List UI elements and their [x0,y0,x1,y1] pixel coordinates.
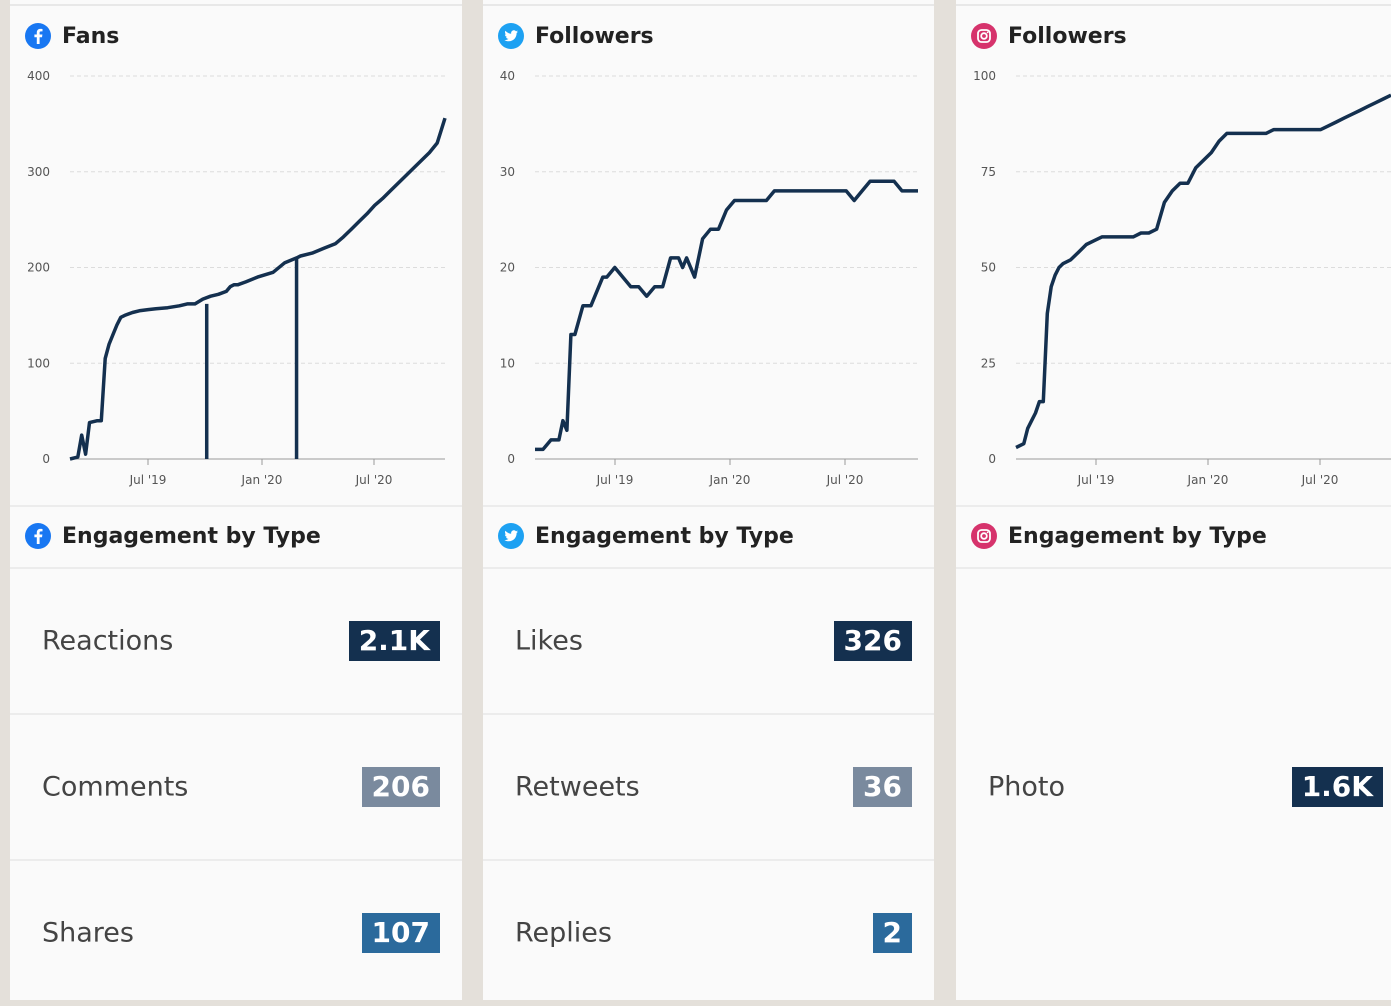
value-badge: 326 [833,621,912,661]
row-label: Replies [515,917,612,949]
value-badge: 36 [853,767,912,807]
y-tick-label: 300 [27,165,50,179]
row-label: Reactions [42,625,174,657]
top-divider [956,4,1391,6]
value-badge: 2.1K [348,621,440,661]
y-tick-label: 0 [507,452,515,466]
engagement-header: Engagement by Type [497,520,794,552]
y-tick-label: 25 [981,356,996,370]
x-tick-label: Jan '20 [709,473,751,487]
x-tick-label: Jul '20 [1301,473,1339,487]
y-tick-label: 30 [500,165,515,179]
engagement-row-reactions: Reactions 2.1K [10,568,462,714]
x-tick-label: Jul '19 [129,473,167,487]
engagement-row-likes: Likes 326 [483,568,934,714]
twitter-column: Followers 0 10 20 30 40 Jul '19 Jan '20 Jul '20… [483,0,934,1000]
series-line [69,117,447,461]
chart-header: Fans [24,20,119,52]
chart-header: Followers [497,20,654,52]
y-tick-label: 20 [500,261,515,275]
engagement-title: Engagement by Type [62,523,321,549]
top-divider [10,4,462,6]
fans-line-chart: 0 100 200 300 400 Jul '19 Jan '20 Jul '20 [27,69,447,487]
y-tick-label: 400 [27,69,50,83]
y-tick-label: 0 [988,452,996,466]
x-tick-label: Jan '20 [1187,473,1229,487]
followers-line-chart: 0 10 20 30 40 Jul '19 Jan '20 Jul '20 [500,69,918,487]
value-badge: 1.6K [1291,767,1383,807]
y-tick-label: 100 [27,356,50,370]
engagement-row-comments: Comments 206 [10,714,462,860]
section-divider [956,505,1391,507]
instagram-column: Followers 0 25 50 75 100 Jul '19 Jan '20 Jul '2… [956,0,1391,1000]
twitter-icon [498,523,524,549]
section-divider [10,505,462,507]
section-divider [483,505,934,507]
y-tick-label: 10 [500,356,515,370]
section-divider [956,567,1391,569]
value-badge: 206 [361,767,440,807]
top-divider [483,4,934,6]
engagement-header: Engagement by Type [24,520,321,552]
twitter-icon [498,23,524,49]
x-tick-label: Jan '20 [241,473,283,487]
row-label: Likes [515,625,583,657]
row-label: Shares [42,917,134,949]
x-tick-label: Jul '19 [1077,473,1115,487]
facebook-icon [25,523,51,549]
chart-header: Followers [970,20,1127,52]
value-badge: 107 [361,913,440,953]
engagement-row-shares: Shares 107 [10,860,462,1006]
chart-title: Followers [1008,23,1127,49]
engagement-row-retweets: Retweets 36 [483,714,934,860]
row-label: Photo [988,771,1066,803]
row-label: Retweets [515,771,640,803]
instagram-icon [971,23,997,49]
y-tick-label: 0 [42,452,50,466]
engagement-title: Engagement by Type [1008,523,1267,549]
facebook-column: Fans 0 100 200 300 400 Jul '19 Jan '20 Jul '20 … [10,0,462,1000]
instagram-icon [971,523,997,549]
x-tick-label: Jul '19 [596,473,634,487]
chart-title: Fans [62,23,120,49]
engagement-title: Engagement by Type [535,523,794,549]
engagement-row-photo: Photo 1.6K [956,714,1391,860]
engagement-header: Engagement by Type [970,520,1267,552]
x-tick-label: Jul '20 [355,473,393,487]
y-tick-label: 200 [27,261,50,275]
x-tick-label: Jul '20 [826,473,864,487]
y-tick-label: 75 [981,165,996,179]
row-label: Comments [42,771,189,803]
y-tick-label: 40 [500,69,515,83]
series-line [1015,93,1391,450]
facebook-icon [25,23,51,49]
y-tick-label: 100 [973,69,996,83]
series-line [535,179,918,452]
y-tick-label: 50 [981,261,996,275]
followers-line-chart: 0 25 50 75 100 Jul '19 Jan '20 Jul '20 [973,69,1391,487]
value-badge: 2 [872,913,912,953]
chart-title: Followers [535,23,654,49]
engagement-row-replies: Replies 2 [483,860,934,1006]
